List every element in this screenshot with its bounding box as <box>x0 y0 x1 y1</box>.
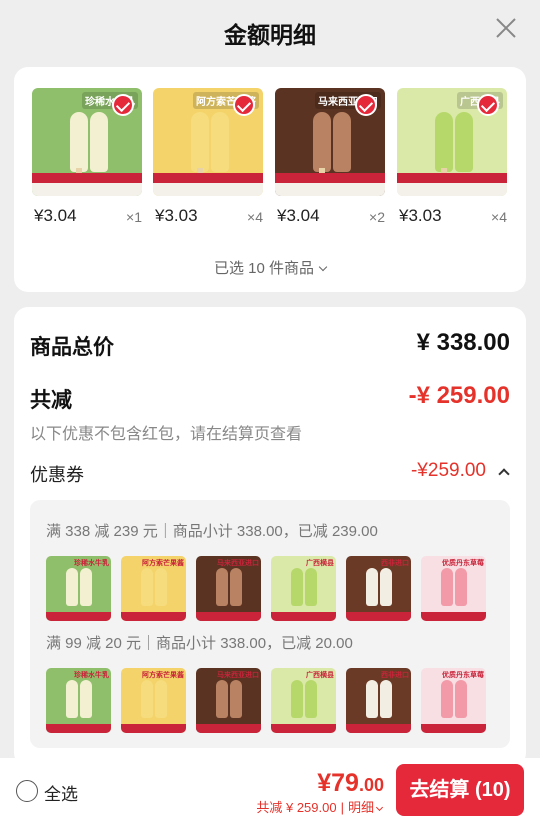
coupon-product-thumb: 阿方索芒果酱 <box>121 668 186 733</box>
pay-amount: ¥79.00 <box>317 769 384 798</box>
thumb-caption: 阿方索芒果酱 <box>142 672 184 679</box>
product-price: ¥3.04 <box>277 206 320 225</box>
check-icon[interactable] <box>355 94 377 116</box>
coupon-value: -¥259.00 <box>410 460 486 481</box>
thumb-caption: 珍稀水牛乳 <box>74 560 109 567</box>
footer-discount: 共减 ¥ 259.00 <box>256 800 337 815</box>
coupon-product-thumb: 珍稀水牛乳 <box>46 668 111 733</box>
product-price: ¥3.03 <box>399 206 442 225</box>
thumb-caption: 阿方索芒果酱 <box>142 560 184 567</box>
thumb-caption: 马来西亚进口 <box>217 672 259 679</box>
discount-value: -¥ 259.00 <box>408 382 510 409</box>
product-qty: ×2 <box>369 209 385 225</box>
thumb-caption: 西非进口 <box>381 560 409 567</box>
coupon-product-thumb: 西非进口 <box>346 556 411 621</box>
total-label: 商品总价 <box>30 336 114 359</box>
discount-row: 共减 -¥ 259.00 <box>30 382 510 414</box>
page-title: 金额明细 <box>224 22 316 48</box>
coupon-label: 优惠券 <box>30 465 84 485</box>
select-all-label[interactable]: 全选 <box>44 780 78 805</box>
total-value: ¥ 338.00 <box>416 329 510 356</box>
thumb-caption: 广西横县 <box>306 560 334 567</box>
product-qty: ×1 <box>126 209 142 225</box>
pay-amount-dec: .00 <box>358 775 384 795</box>
product-qty: ×4 <box>247 209 263 225</box>
thumb-caption: 珍稀水牛乳 <box>74 672 109 679</box>
discount-label: 共减 <box>30 389 72 412</box>
thumb-caption: 广西横县 <box>306 672 334 679</box>
discount-note: 以下优惠不包含红包，请在结算页查看 <box>30 426 303 443</box>
chevron-down-icon <box>318 262 328 272</box>
close-icon[interactable] <box>494 16 518 40</box>
coupon-product-thumb: 马来西亚进口 <box>196 556 261 621</box>
footer-detail: 明细 <box>347 800 374 815</box>
coupon-row[interactable]: 优惠券 -¥259.00 <box>30 460 510 486</box>
thumb-caption: 优质丹东草莓 <box>442 672 484 679</box>
coupon-product-thumb: 广西横县 <box>271 668 336 733</box>
check-icon[interactable] <box>112 94 134 116</box>
coupon-product-thumb: 西非进口 <box>346 668 411 733</box>
selected-count: 已选 10 件商品 <box>213 260 315 277</box>
modal-header: 金额明细 <box>0 0 540 62</box>
check-icon[interactable] <box>233 94 255 116</box>
coupon-product-thumb: 优质丹东草莓 <box>421 668 486 733</box>
coupon-product-thumb: 广西横县 <box>271 556 336 621</box>
product-qty: ×4 <box>491 209 507 225</box>
total-row: 商品总价 ¥ 338.00 <box>30 329 510 361</box>
coupon-product-thumb: 优质丹东草莓 <box>421 556 486 621</box>
pay-amount-int: ¥79 <box>317 769 359 797</box>
price-summary-card: 商品总价 ¥ 338.00 共减 -¥ 259.00 以下优惠不包含红包，请在结… <box>14 307 526 767</box>
coupon-detail-box: 满 338 减 239 元｜商品小计 338.00，已减 239.00 珍稀水牛乳… <box>30 500 510 748</box>
coupon-line: 满 99 减 20 元｜商品小计 338.00，已减 20.00 <box>46 635 353 652</box>
selected-count-toggle[interactable]: 已选 10 件商品 <box>14 257 526 278</box>
thumb-caption: 优质丹东草莓 <box>442 560 484 567</box>
discount-detail-link[interactable]: 共减 ¥ 259.00 | 明细 <box>256 797 384 816</box>
checkout-button[interactable]: 去结算 (10) <box>396 764 524 816</box>
coupon-product-thumb: 马来西亚进口 <box>196 668 261 733</box>
selected-products-card: 珍稀水牛乳¥3.04×1阿方索芒果酱¥3.03×4马来西亚进口¥3.04×2广西… <box>14 67 526 292</box>
select-all-radio[interactable] <box>16 780 38 802</box>
checkout-bar: 全选 ¥79.00 共减 ¥ 259.00 | 明细 去结算 (10) <box>0 758 540 820</box>
coupon-line: 满 338 减 239 元｜商品小计 338.00，已减 239.00 <box>46 523 378 540</box>
thumb-caption: 马来西亚进口 <box>217 560 259 567</box>
product-price: ¥3.04 <box>34 206 77 225</box>
coupon-product-thumb: 阿方索芒果酱 <box>121 556 186 621</box>
coupon-product-thumb: 珍稀水牛乳 <box>46 556 111 621</box>
thumb-caption: 西非进口 <box>381 672 409 679</box>
product-price: ¥3.03 <box>155 206 198 225</box>
check-icon[interactable] <box>477 94 499 116</box>
chevron-down-icon <box>375 803 384 812</box>
chevron-up-icon[interactable] <box>498 468 510 480</box>
